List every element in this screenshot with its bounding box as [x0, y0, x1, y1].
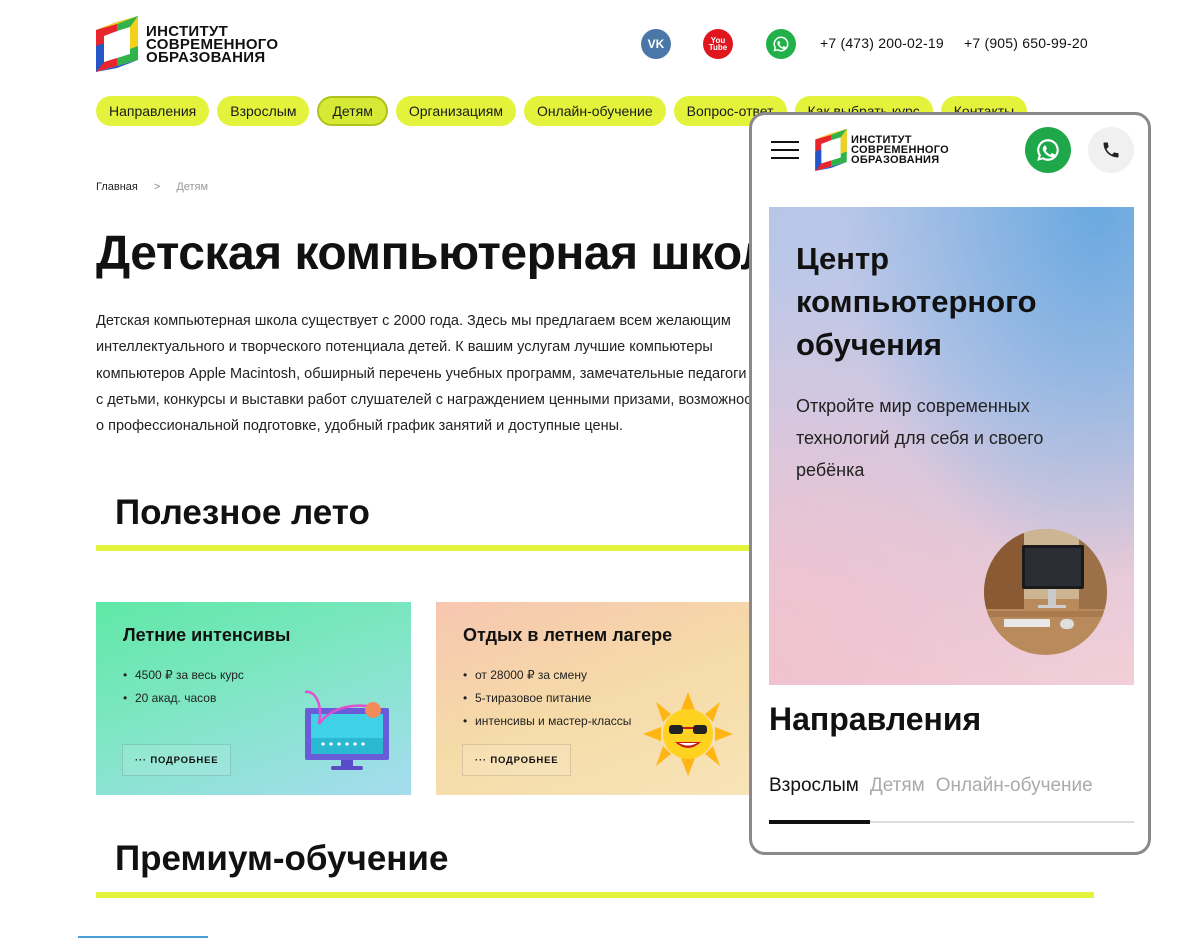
card-bullet: 4500 ₽ за весь курс — [123, 664, 244, 687]
breadcrumb: Главная > Детям — [96, 181, 208, 193]
logo-mark-icon — [96, 16, 138, 72]
phone-number-1[interactable]: +7 (473) 200-02-19 — [820, 35, 944, 51]
tab-online[interactable]: Онлайн-обучение — [936, 775, 1093, 797]
hamburger-menu-icon[interactable] — [771, 141, 799, 159]
breadcrumb-separator: > — [153, 181, 161, 193]
breadcrumb-home[interactable]: Главная — [96, 181, 138, 193]
nav-item-organizations[interactable]: Организациям — [395, 96, 516, 126]
section-title-directions: Направления — [769, 701, 982, 737]
intro-text: Детская компьютерная школа существует с … — [96, 313, 766, 435]
tab-active-indicator — [769, 820, 870, 824]
mobile-preview: ИНСТИТУТ СОВРЕМЕННОГО ОБРАЗОВАНИЯ Центр … — [749, 112, 1151, 855]
card-summer-intensives[interactable]: Летние интенсивы 4500 ₽ за весь курс 20 … — [96, 602, 411, 795]
card-bullets: от 28000 ₽ за смену 5-тиразовое питание … — [463, 664, 631, 733]
nav-item-children[interactable]: Детям — [317, 96, 388, 126]
nav-item-adults[interactable]: Взрослым — [217, 96, 310, 126]
breadcrumb-current: Детям — [176, 181, 209, 193]
mobile-logo[interactable]: ИНСТИТУТ СОВРЕМЕННОГО ОБРАЗОВАНИЯ — [815, 129, 949, 171]
section-title-summer: Полезное лето — [115, 493, 370, 532]
more-button[interactable]: ··· ПОДРОБНЕЕ — [462, 744, 572, 776]
tab-adults[interactable]: Взрослым — [769, 775, 859, 797]
computer-photo — [984, 529, 1107, 655]
directions-tabs: Взрослым Детям Онлайн-обучение — [769, 775, 1093, 797]
section-underline — [96, 545, 756, 551]
phone-number-2[interactable]: +7 (905) 650-99-20 — [964, 35, 1088, 51]
more-button[interactable]: ··· ПОДРОБНЕЕ — [122, 744, 232, 776]
card-bullet: от 28000 ₽ за смену — [463, 664, 631, 687]
card-bullet: интенсивы и мастер-классы — [463, 710, 631, 733]
card-bullet: 20 акад. часов — [123, 687, 244, 710]
logo-mark-icon — [815, 129, 847, 171]
whatsapp-icon[interactable] — [1025, 127, 1071, 173]
hero-subtitle: Откройте мир современных технологий для … — [796, 396, 1044, 480]
logo-text: ИНСТИТУТ СОВРЕМЕННОГО ОБРАЗОВАНИЯ — [851, 134, 950, 166]
whatsapp-icon[interactable] — [766, 29, 796, 59]
card-title: Летние интенсивы — [123, 625, 291, 645]
hero-title: Центр компьютерного обучения — [796, 241, 1037, 362]
vk-icon[interactable]: VK — [641, 29, 671, 59]
nav-item-directions[interactable]: Направления — [96, 96, 210, 126]
monitor-illustration-icon — [304, 690, 389, 770]
card-bullet: 5-тиразовое питание — [463, 687, 631, 710]
tab-children[interactable]: Детям — [870, 775, 925, 797]
section-title-premium: Премиум-обучение — [115, 839, 449, 878]
site-logo[interactable]: ИНСТИТУТ СОВРЕМЕННОГО ОБРАЗОВАНИЯ — [96, 16, 278, 72]
youtube-icon[interactable]: You Tube — [703, 29, 733, 59]
nav-item-online[interactable]: Онлайн-обучение — [523, 96, 666, 126]
card-summer-camp[interactable]: Отдых в летнем лагере от 28000 ₽ за смен… — [436, 602, 756, 795]
section-underline — [96, 892, 1094, 898]
logo-text: ИНСТИТУТ СОВРЕМЕННОГО ОБРАЗОВАНИЯ — [146, 22, 279, 66]
hero-banner: Центр компьютерного обучения Откройте ми… — [769, 207, 1134, 685]
sun-illustration-icon — [643, 692, 733, 776]
page-title: Детская компьютерная школа — [96, 227, 797, 280]
card-bullets: 4500 ₽ за весь курс 20 акад. часов — [123, 664, 244, 710]
phone-call-icon[interactable] — [1088, 127, 1134, 173]
card-title: Отдых в летнем лагере — [463, 625, 673, 645]
